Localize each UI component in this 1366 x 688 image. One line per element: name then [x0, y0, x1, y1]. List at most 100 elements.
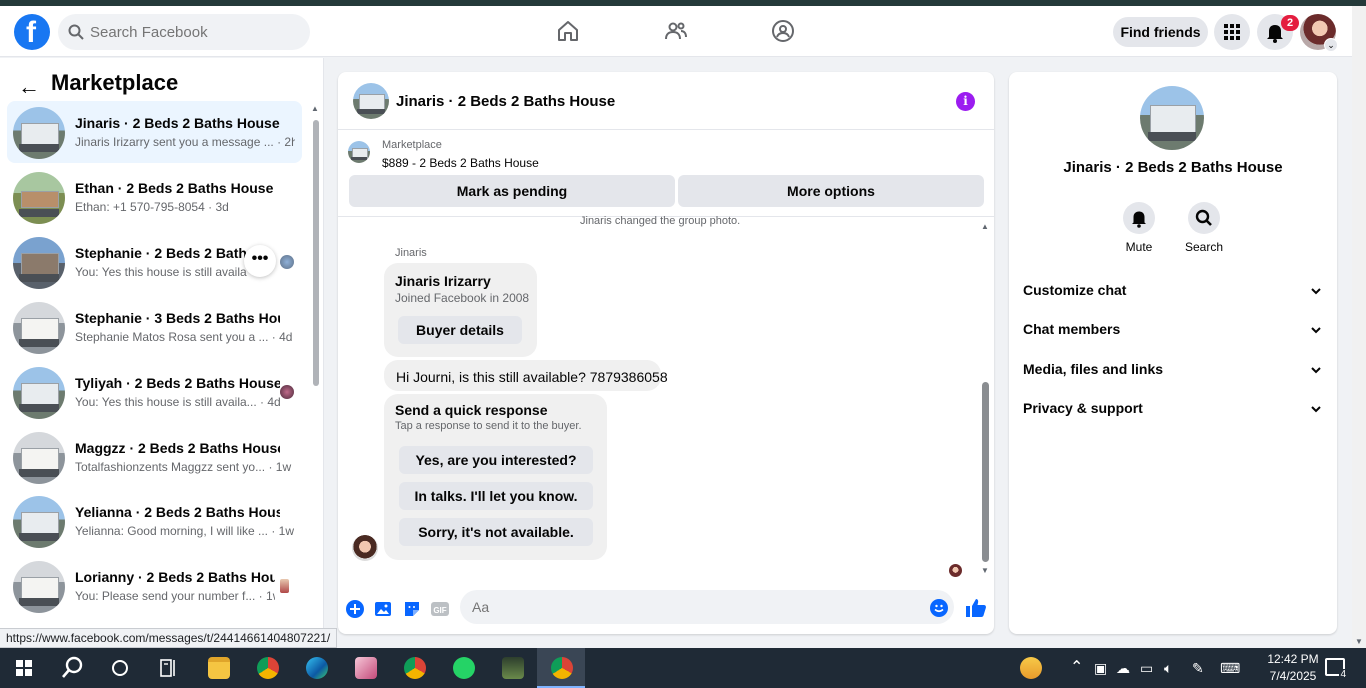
listing-thumbnail [13, 107, 65, 159]
conversation-preview: You: Please send your number f... · 1w [75, 589, 275, 603]
info-icon[interactable]: i [956, 92, 975, 111]
volume-icon[interactable]: 🔈︎ [1164, 660, 1172, 677]
whatsapp-icon [453, 657, 475, 679]
buyer-details-button[interactable]: Buyer details [398, 316, 522, 344]
chevron-up-icon[interactable]: ⌃ [1070, 657, 1083, 677]
folder-icon [208, 657, 230, 679]
find-friends-button[interactable]: Find friends [1113, 17, 1208, 47]
conversation-preview: Ethan: +1 570-795-8054 · 3d [75, 200, 229, 214]
mute-button[interactable]: Mute [1109, 202, 1169, 254]
thumbs-up-icon[interactable] [965, 598, 987, 618]
cortana-button[interactable] [96, 648, 144, 688]
conversation-item[interactable]: Tyliyah · 2 Beds 2 Baths House You: Yes … [7, 361, 302, 423]
emoji-icon[interactable] [930, 599, 948, 617]
app-button[interactable] [341, 648, 389, 688]
task-view-button[interactable] [144, 648, 192, 688]
edge-button[interactable] [292, 648, 340, 688]
facebook-logo-icon[interactable]: f [14, 14, 50, 50]
home-icon[interactable] [556, 19, 580, 43]
privacy-support-section[interactable]: Privacy & support [1023, 400, 1323, 424]
chrome-button[interactable] [243, 648, 291, 688]
back-arrow-icon[interactable]: ← [18, 74, 40, 100]
photo-icon[interactable] [374, 600, 392, 618]
action-center-icon[interactable]: 4 [1325, 658, 1347, 680]
app-button[interactable] [488, 648, 536, 688]
scroll-down-arrow-icon[interactable]: ▼ [981, 566, 989, 575]
search-input[interactable] [90, 14, 300, 50]
whatsapp-button[interactable] [439, 648, 487, 688]
chrome-icon [404, 657, 426, 679]
message-bubble[interactable]: Hi Journi, is this still available? 7879… [384, 360, 668, 391]
conversation-item[interactable]: Ethan · 2 Beds 2 Baths House Ethan: +1 5… [7, 166, 302, 228]
start-button[interactable] [0, 648, 48, 688]
scroll-down-arrow-icon[interactable]: ▼ [1355, 637, 1363, 646]
taskbar-search-button[interactable] [48, 648, 96, 688]
keyboard-icon[interactable]: ⌨ [1220, 660, 1240, 677]
window-scrollbar[interactable]: ▼ [1352, 6, 1366, 648]
menu-button[interactable] [1214, 14, 1250, 50]
customize-chat-section[interactable]: Customize chat [1023, 282, 1323, 306]
chat-avatar[interactable] [353, 83, 389, 119]
quick-response-sorry-button[interactable]: Sorry, it's not available. [399, 518, 593, 546]
conversation-item[interactable]: Jinaris · 2 Beds 2 Baths House Jinaris I… [7, 101, 302, 163]
quick-response-yes-button[interactable]: Yes, are you interested? [399, 446, 593, 474]
conversation-name: Stephanie · 2 Beds 2 Baths H... [75, 245, 247, 261]
meet-now-icon[interactable]: ▣ [1094, 660, 1107, 677]
sender-avatar[interactable] [352, 535, 378, 561]
quick-response-subtitle: Tap a response to send it to the buyer. [395, 420, 582, 432]
power-icon[interactable]: ▭ [1140, 660, 1153, 677]
plus-icon[interactable] [346, 600, 364, 618]
chat-scrollbar[interactable] [982, 382, 989, 562]
marketplace-label: Marketplace [382, 139, 442, 151]
listing-photo[interactable] [1140, 86, 1204, 150]
conversation-item[interactable]: Yelianna · 2 Beds 2 Baths House Yelianna… [7, 490, 302, 552]
chat-title[interactable]: Jinaris · 2 Beds 2 Baths House [396, 93, 615, 110]
weather-icon[interactable] [1020, 657, 1042, 679]
sidebar-title: Marketplace [51, 70, 179, 95]
search-icon [68, 24, 84, 40]
chevron-down-icon[interactable]: ⌄ [1324, 38, 1338, 52]
profile-card-bubble: Jinaris Irizarry Joined Facebook in 2008… [384, 263, 537, 357]
conversation-preview: You: Yes this house is still availa... ·… [75, 395, 281, 409]
listing-thumbnail [13, 432, 65, 484]
sidebar-scrollbar[interactable] [313, 120, 319, 386]
sticker-icon[interactable] [403, 600, 421, 618]
svg-text:GIF: GIF [433, 606, 446, 615]
listing-thumbnail [13, 561, 65, 613]
chrome-icon [257, 657, 279, 679]
search-icon [62, 656, 83, 678]
listing-thumbnail [13, 367, 65, 419]
groups-icon[interactable] [771, 19, 795, 43]
listing-thumbnail [13, 302, 65, 354]
chat-members-section[interactable]: Chat members [1023, 321, 1323, 345]
conversation-more-button[interactable]: ••• [244, 245, 276, 277]
taskbar-clock[interactable]: 12:42 PM 7/4/2025 [1256, 651, 1330, 685]
conversation-name: Jinaris · 2 Beds 2 Baths House [75, 115, 280, 131]
chrome-active-button[interactable] [537, 648, 585, 688]
onedrive-icon[interactable]: ☁ [1116, 660, 1130, 677]
scroll-up-arrow-icon[interactable]: ▲ [311, 104, 319, 113]
gif-icon[interactable]: GIF [431, 600, 449, 618]
friends-icon[interactable] [664, 19, 688, 43]
search-chat-button[interactable]: Search [1174, 202, 1234, 254]
message-input[interactable] [460, 590, 954, 624]
pen-icon[interactable]: ✎ [1192, 660, 1204, 677]
quick-response-talks-button[interactable]: In talks. I'll let you know. [399, 482, 593, 510]
listing-title[interactable]: $889 - 2 Beds 2 Baths House [382, 156, 539, 170]
chevron-down-icon [1311, 367, 1321, 374]
buyer-name: Jinaris Irizarry [395, 273, 491, 289]
conversation-item[interactable]: Stephanie · 3 Beds 2 Baths House Stephan… [7, 296, 302, 358]
scroll-up-arrow-icon[interactable]: ▲ [981, 222, 989, 231]
more-options-button[interactable]: More options [678, 175, 984, 207]
conversation-item[interactable]: Lorianny · 2 Beds 2 Baths Hou... You: Pl… [7, 555, 302, 617]
listing-thumbnail [13, 172, 65, 224]
notification-badge: 2 [1281, 15, 1299, 31]
search-bar[interactable] [58, 14, 310, 50]
media-files-links-section[interactable]: Media, files and links [1023, 361, 1323, 385]
search-label: Search [1184, 240, 1224, 254]
mark-as-pending-button[interactable]: Mark as pending [349, 175, 675, 207]
file-explorer-button[interactable] [194, 648, 242, 688]
conversation-item[interactable]: Maggzz · 2 Beds 2 Baths House Totalfashi… [7, 426, 302, 488]
message-composer: GIF [338, 590, 994, 634]
chrome-profile-button[interactable] [390, 648, 438, 688]
